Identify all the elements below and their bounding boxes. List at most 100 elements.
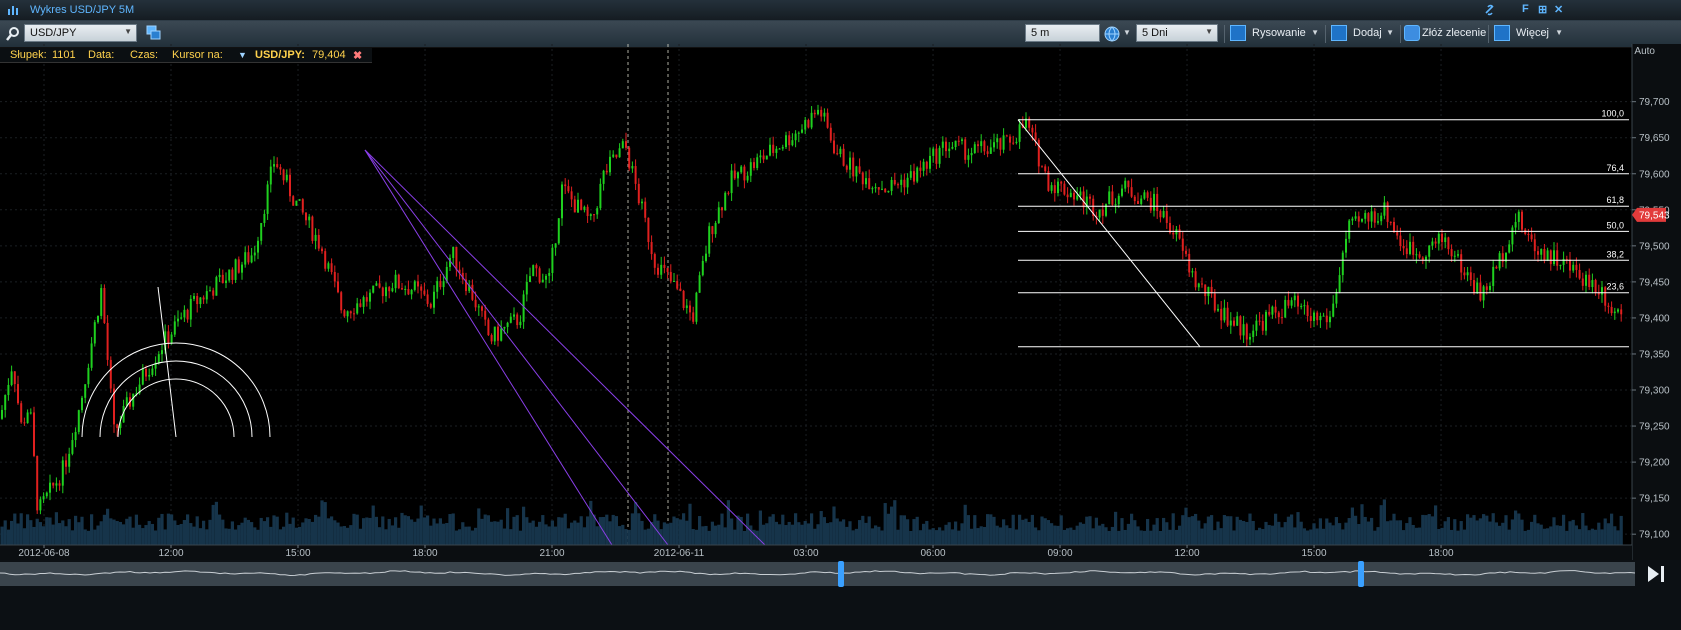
- volume-bar: [819, 511, 823, 545]
- candle-body: [1364, 213, 1367, 219]
- volume-bar: [54, 512, 58, 545]
- volume-bar: [870, 528, 874, 545]
- scale-mode-label[interactable]: Auto: [1634, 46, 1655, 57]
- volume-bar: [1360, 504, 1364, 545]
- candle-body: [842, 148, 845, 166]
- candle-body: [1121, 188, 1123, 196]
- volume-bar: [227, 528, 231, 545]
- candle-body: [1313, 312, 1315, 321]
- drawing-button[interactable]: Rysowanie ▼: [1228, 24, 1322, 44]
- volume-bar: [922, 523, 926, 545]
- volume-bar: [221, 519, 225, 545]
- candle-body: [55, 483, 58, 486]
- candle-body: [1044, 166, 1047, 172]
- link-icon[interactable]: [1483, 3, 1497, 17]
- volume-bar: [1139, 530, 1143, 545]
- volume-bar: [1315, 528, 1319, 545]
- candle-body: [698, 275, 701, 293]
- volume-bar: [368, 517, 372, 545]
- more-button[interactable]: Więcej ▼: [1492, 24, 1566, 44]
- candle-body: [1418, 254, 1421, 258]
- volume-bar: [1578, 529, 1582, 545]
- add-button[interactable]: Dodaj ▼: [1329, 24, 1397, 44]
- volume-bar: [64, 526, 68, 545]
- symbol-select[interactable]: USD/JPY ▼: [24, 24, 137, 42]
- candle-body: [1325, 315, 1328, 323]
- close-button[interactable]: ✕: [1554, 3, 1563, 16]
- volume-bar: [435, 523, 439, 545]
- candle-body: [1393, 221, 1395, 233]
- candle-body: [778, 148, 781, 150]
- float-window-button[interactable]: F: [1522, 3, 1529, 15]
- candle-body: [218, 274, 221, 278]
- volume-bar: [1078, 522, 1082, 545]
- navigator-left-handle[interactable]: [838, 561, 844, 587]
- candle-body: [1053, 185, 1056, 194]
- volume-bar: [1094, 517, 1098, 545]
- price-chart[interactable]: 100,0 76,4 61,8 50,0 38,2 23,6 79,700 79,650 79…: [0, 44, 1681, 560]
- candle-body: [852, 157, 855, 177]
- time-tick-label: 15:00: [285, 548, 310, 559]
- volume-bar: [934, 530, 938, 545]
- volume-bar: [22, 528, 26, 545]
- candle-body: [1345, 238, 1347, 253]
- candle-body: [177, 318, 179, 322]
- close-icon[interactable]: ✖: [353, 49, 362, 62]
- fibonacci-retracement[interactable]: 100,0 76,4 61,8 50,0 38,2 23,6: [1017, 109, 1629, 348]
- candle-body: [989, 147, 992, 154]
- collapse-icon[interactable]: ▼: [238, 50, 247, 60]
- candle-body: [593, 214, 595, 216]
- volume-bar: [1312, 523, 1316, 545]
- volume-bar: [202, 520, 206, 545]
- volume-bar: [445, 522, 449, 545]
- volume-bar: [566, 528, 570, 545]
- search-icon[interactable]: [5, 26, 21, 42]
- candle-body: [1242, 324, 1245, 336]
- candle-body: [682, 290, 685, 308]
- navigator-right-handle[interactable]: [1358, 561, 1364, 587]
- globe-icon[interactable]: [1104, 26, 1120, 42]
- candle-body: [426, 294, 429, 304]
- volume-bar: [237, 525, 241, 545]
- volume-bar: [1376, 527, 1380, 545]
- candle-body: [519, 321, 522, 326]
- volume-bar: [1472, 515, 1476, 545]
- chart-navigator[interactable]: [0, 560, 1681, 630]
- volume-bar: [365, 517, 369, 545]
- candle-body: [484, 310, 487, 320]
- volume-bar: [1322, 528, 1326, 545]
- volume-bar: [122, 524, 126, 545]
- candle-body: [1575, 264, 1578, 270]
- candle-body: [580, 199, 583, 210]
- volume-bar: [99, 521, 103, 545]
- candle-body: [711, 226, 714, 235]
- volume-bar: [42, 526, 46, 545]
- candle-body: [189, 298, 192, 320]
- maximize-button[interactable]: ⊞: [1538, 3, 1547, 16]
- volume-bar: [246, 519, 250, 545]
- volume-bar: [550, 520, 554, 545]
- divider: [1488, 25, 1489, 43]
- candle-body: [116, 424, 119, 429]
- globe-dropdown-icon[interactable]: ▼: [1123, 28, 1131, 37]
- volume-bar: [477, 508, 481, 545]
- candle-body: [503, 326, 506, 329]
- candle-body: [1002, 135, 1005, 150]
- candle-body: [292, 196, 295, 206]
- candle-body: [1066, 194, 1069, 198]
- place-order-button[interactable]: Złóż zlecenie: [1402, 24, 1486, 44]
- volume-bar: [1520, 519, 1524, 545]
- candle-body: [183, 309, 186, 318]
- candle-body: [1316, 312, 1319, 321]
- more-label: Więcej: [1516, 27, 1550, 39]
- range-select[interactable]: 5 Dni ▼: [1136, 24, 1218, 42]
- candle-body: [378, 283, 381, 288]
- layers-icon[interactable]: [146, 25, 162, 41]
- volume-bar: [1075, 525, 1079, 545]
- candle-body: [817, 109, 819, 115]
- volume-bar: [1098, 525, 1102, 545]
- candle-body: [820, 109, 823, 117]
- candle-body: [1226, 307, 1229, 326]
- candle-body: [333, 271, 336, 282]
- interval-input[interactable]: 5 m: [1025, 24, 1100, 42]
